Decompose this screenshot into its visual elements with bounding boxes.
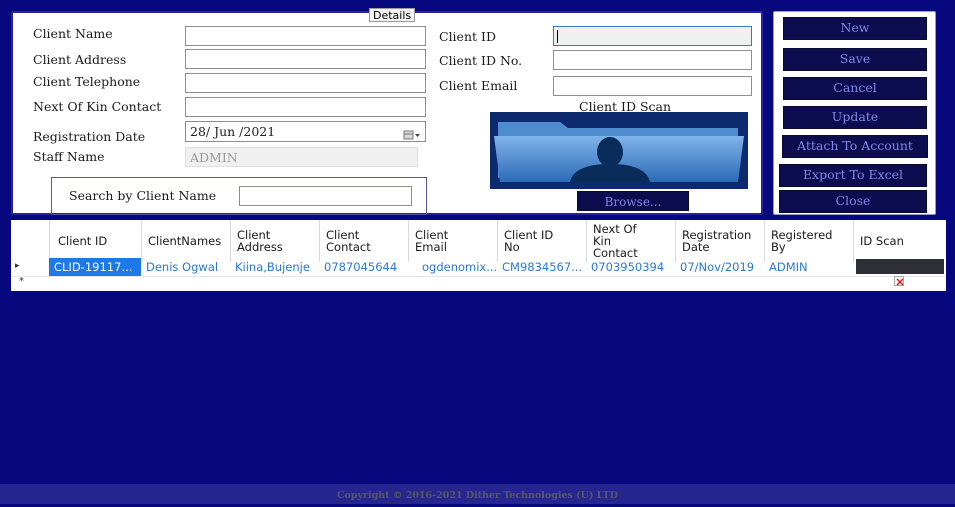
table-cell-client-address[interactable]: Kiina,Bujenje: [230, 258, 319, 276]
user-folder-icon: [494, 122, 744, 182]
cancel-button[interactable]: Cancel: [783, 77, 927, 100]
client-id-scan-image: [490, 112, 748, 189]
client-telephone-input[interactable]: [185, 73, 426, 93]
staff-name-input: ADMIN: [185, 147, 418, 167]
search-by-name-label: Search by Client Name: [69, 188, 217, 203]
table-cell-client-names[interactable]: Denis Ogwal: [141, 258, 230, 276]
attach-to-account-button[interactable]: Attach To Account: [782, 135, 928, 158]
header-client-id[interactable]: Client ID: [51, 220, 141, 262]
calendar-dropdown-icon[interactable]: [403, 126, 421, 140]
details-legend: Details: [369, 8, 416, 22]
current-row-indicator: ▸: [15, 261, 20, 271]
table-cell-next-of-kin[interactable]: 0703950394: [586, 258, 675, 276]
client-name-input[interactable]: [185, 26, 426, 46]
registration-date-value: 28/ Jun /2021: [190, 124, 276, 139]
browse-button[interactable]: Browse...: [577, 191, 689, 211]
search-client-name-input[interactable]: [239, 186, 412, 206]
client-id-no-input[interactable]: [553, 50, 752, 70]
clients-table: Client ID ClientNames Client Address Cli…: [11, 220, 946, 291]
header-id-scan[interactable]: ID Scan: [853, 220, 943, 262]
text-cursor: [557, 30, 558, 43]
table-cell-client-contact[interactable]: 0787045644: [319, 258, 408, 276]
next-of-kin-input[interactable]: [185, 97, 426, 117]
header-client-contact[interactable]: Client Contact: [319, 220, 389, 262]
client-address-input[interactable]: [185, 49, 426, 69]
table-cell-client-email[interactable]: ogdenomix...: [408, 258, 497, 276]
search-group: Search by Client Name: [51, 177, 427, 215]
details-panel: Client Name Client Address Client Teleph…: [11, 11, 763, 215]
table-cell-registration-date[interactable]: 07/Nov/2019: [675, 258, 764, 276]
client-address-label: Client Address: [33, 52, 127, 67]
table-cell-client-id-no[interactable]: CM9834567...: [497, 258, 586, 276]
export-to-excel-button[interactable]: Export To Excel: [779, 164, 927, 187]
header-client-address[interactable]: Client Address: [230, 220, 300, 262]
staff-name-value: ADMIN: [190, 150, 238, 165]
update-button[interactable]: Update: [783, 106, 927, 129]
header-next-of-kin[interactable]: Next Of Kin Contact: [586, 220, 644, 262]
new-row-indicator: *: [19, 276, 24, 287]
client-email-input[interactable]: [553, 76, 752, 96]
table-cell-registered-by[interactable]: ADMIN: [764, 258, 853, 276]
client-id-label: Client ID: [439, 29, 496, 44]
broken-image-icon: [894, 276, 904, 286]
table-cell-id-scan[interactable]: [856, 259, 944, 274]
registration-date-picker[interactable]: 28/ Jun /2021: [185, 121, 426, 142]
save-button[interactable]: Save: [783, 48, 927, 71]
header-client-email[interactable]: Client Email: [408, 220, 468, 262]
next-of-kin-label: Next Of Kin Contact: [33, 99, 162, 114]
staff-name-label: Staff Name: [33, 149, 105, 164]
header-registered-by[interactable]: Registered By: [764, 220, 846, 262]
client-id-no-label: Client ID No.: [439, 53, 523, 68]
footer-copyright: Copyright © 2016-2021 Dither Technologie…: [0, 484, 955, 504]
header-client-id-no[interactable]: Client ID No: [497, 220, 567, 262]
client-email-label: Client Email: [439, 78, 518, 93]
table-cell-client-id[interactable]: CLID-19117...: [49, 258, 141, 276]
header-registration-date[interactable]: Registration Date: [675, 220, 761, 262]
client-id-input[interactable]: [553, 26, 752, 46]
close-button[interactable]: Close: [779, 190, 927, 213]
search-value: [240, 187, 248, 191]
client-name-label: Client Name: [33, 26, 113, 41]
actions-panel: New Save Cancel Update Attach To Account…: [773, 11, 936, 215]
new-button[interactable]: New: [783, 17, 927, 40]
header-client-names[interactable]: ClientNames: [141, 220, 231, 262]
registration-date-label: Registration Date: [33, 129, 146, 144]
client-telephone-label: Client Telephone: [33, 74, 141, 89]
